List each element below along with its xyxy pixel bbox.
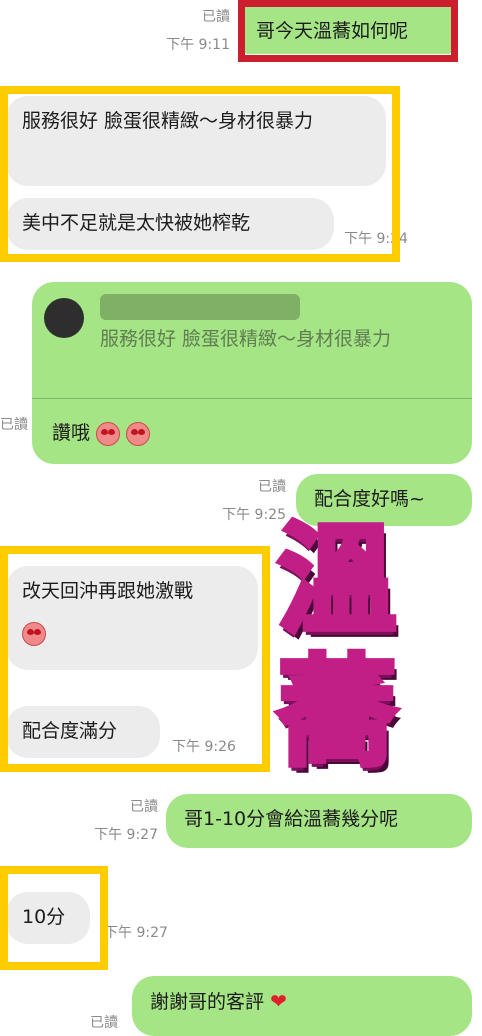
message-text: 讚哦	[52, 422, 91, 444]
message-text: 哥1-10分會給溫蕎幾分呢	[184, 808, 399, 830]
overlay-stamp-char: 溫	[275, 510, 399, 649]
message-text: 謝謝哥的客評	[150, 991, 265, 1013]
read-receipt: 已讀 下午 9:25	[222, 479, 286, 523]
message-time: 下午 9:27	[104, 925, 168, 941]
angry-face-emoji-icon	[96, 421, 121, 446]
quoted-text: 服務很好 臉蛋很精緻～身材很暴力	[100, 328, 392, 350]
overlay-stamp-char: 蕎	[275, 642, 399, 781]
chat-screen: { "messages": { "m1": { "read": "已讀", "t…	[0, 0, 482, 1036]
message-text-row: 讚哦	[52, 418, 151, 448]
read-receipt: 已讀	[0, 417, 28, 433]
message-text: 配合度好嗎~	[314, 488, 425, 510]
highlight-frame	[0, 866, 108, 970]
heart-icon: ❤	[270, 989, 287, 1013]
read-receipt: 已讀 下午 9:11	[166, 9, 230, 53]
avatar	[44, 298, 84, 338]
angry-face-emoji-icon	[126, 421, 151, 446]
read-receipt: 已讀	[90, 1015, 118, 1031]
highlight-frame	[238, 0, 458, 62]
divider	[32, 398, 472, 399]
reply-bubble[interactable]: 服務很好 臉蛋很精緻～身材很暴力 讚哦	[32, 282, 472, 464]
read-receipt: 已讀 下午 9:27	[94, 799, 158, 843]
message-bubble-outgoing[interactable]: 哥1-10分會給溫蕎幾分呢	[166, 794, 472, 848]
message-bubble-outgoing[interactable]: 謝謝哥的客評 ❤	[132, 976, 472, 1036]
highlight-frame	[0, 546, 270, 772]
blurred-name	[100, 294, 300, 320]
highlight-frame	[0, 86, 400, 262]
